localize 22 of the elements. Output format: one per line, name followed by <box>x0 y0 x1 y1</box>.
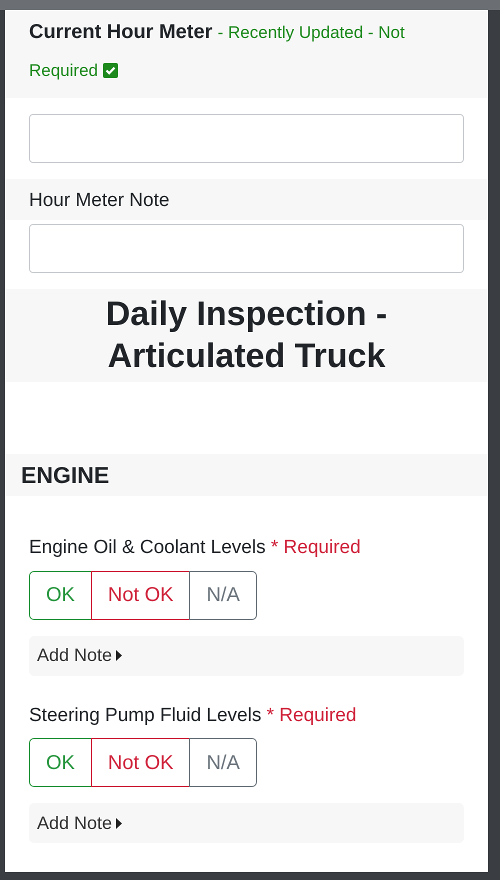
field-label: Current Hour Meter <box>29 21 212 43</box>
required-text: * Required <box>266 704 356 726</box>
status-text: - Recently Updated - Not <box>218 23 405 42</box>
option-button[interactable]: OK <box>29 738 92 787</box>
section-title: ENGINE <box>21 460 110 490</box>
status-text: Required <box>29 61 98 80</box>
option-button[interactable]: OK <box>29 570 92 620</box>
option-button[interactable]: Not OK <box>90 738 190 787</box>
add-note-toggle[interactable]: Add Note <box>37 810 122 836</box>
add-note-toggle[interactable]: Add Note <box>37 642 122 669</box>
field-label: Hour Meter Note <box>29 189 170 213</box>
option-button[interactable]: N/A <box>189 570 257 620</box>
item-label: Steering Pump Fluid Levels <box>29 704 262 726</box>
caret-icon <box>116 650 122 661</box>
caret-icon <box>116 818 122 828</box>
item-label: Engine Oil & Coolant Levels <box>29 537 266 558</box>
required-text: * Required <box>270 537 361 558</box>
form-title: Daily Inspection - Articulated Truck <box>104 294 388 377</box>
hour-meter-field[interactable] <box>29 114 464 163</box>
option-button[interactable]: Not OK <box>90 570 190 620</box>
note-field[interactable] <box>29 224 464 272</box>
option-button[interactable]: N/A <box>189 738 257 787</box>
